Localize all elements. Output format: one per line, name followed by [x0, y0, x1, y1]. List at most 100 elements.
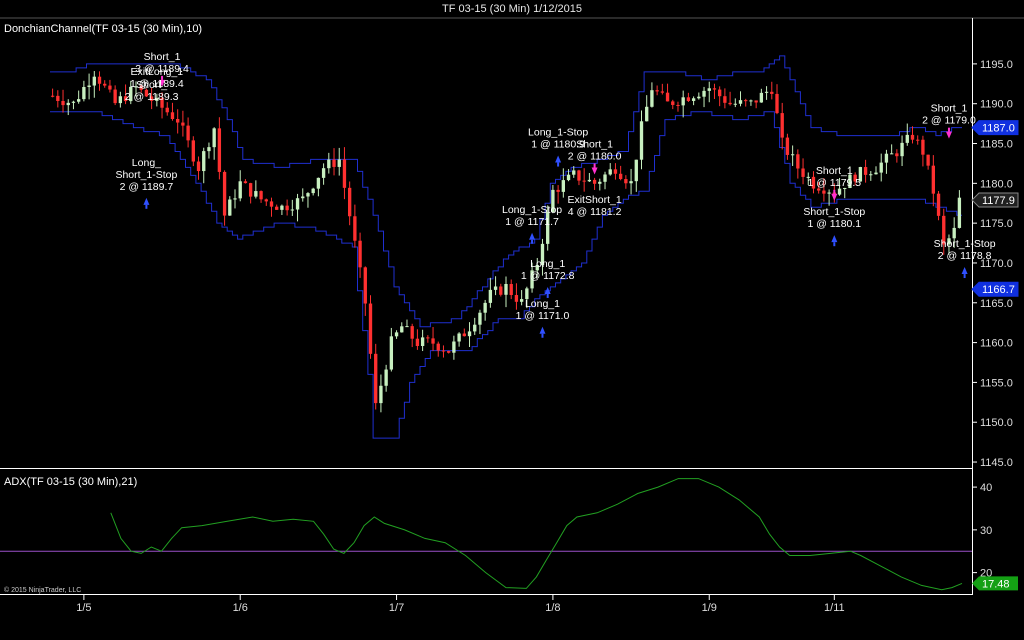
- candle-body: [905, 134, 909, 143]
- candle-body: [889, 153, 894, 155]
- candle-body: [473, 324, 477, 332]
- candle-body: [374, 353, 378, 404]
- candle-body: [108, 85, 112, 90]
- candle-body: [441, 350, 446, 352]
- candle-body: [259, 191, 263, 200]
- candle-body: [582, 180, 586, 182]
- candle-body: [676, 104, 680, 106]
- trade-annotation-text: ExitLong_1: [131, 66, 184, 78]
- candle-body: [118, 96, 123, 104]
- candle-body: [358, 240, 362, 268]
- trade-annotation-text: 2 @ 1189.7: [120, 181, 174, 193]
- candle-body: [342, 159, 347, 188]
- trade-annotation[interactable]: ExitShort_14 @ 1181.2: [567, 194, 621, 218]
- candle-body: [723, 96, 727, 103]
- candle-body: [916, 139, 920, 141]
- price-panel[interactable]: 1145.01150.01155.01160.01165.01170.01175…: [50, 51, 1019, 469]
- trade-annotation[interactable]: Short_11 @ 1179.5: [807, 165, 861, 201]
- adx-tick-label: 30: [980, 525, 992, 537]
- trade-annotation-text: 2 @ 1178.8: [938, 250, 992, 262]
- candle-body: [592, 179, 597, 184]
- candle-body: [613, 169, 618, 174]
- candle-body: [921, 139, 925, 155]
- trade-annotation[interactable]: Short_12 @ 1180.0: [568, 139, 622, 175]
- candle-body: [671, 101, 675, 105]
- candle-body: [822, 190, 826, 194]
- trade-annotation[interactable]: Short_1-Stop1 @ 1180.1: [803, 206, 865, 247]
- candle-body: [587, 179, 592, 182]
- candle-body: [207, 147, 211, 152]
- candle-body: [332, 159, 336, 167]
- candle-body: [572, 170, 576, 175]
- copyright-text: © 2015 NinjaTrader, LLC: [4, 586, 81, 594]
- candle-body: [248, 183, 253, 197]
- adx-panel[interactable]: 20304017.48: [0, 478, 1018, 591]
- candle-body: [103, 83, 107, 86]
- adx-series-line: [110, 478, 963, 591]
- price-tick-label: 1180.0: [980, 178, 1013, 190]
- candle-body: [212, 128, 216, 148]
- candle-body: [712, 88, 717, 90]
- candle-body: [301, 196, 305, 199]
- candle-body: [196, 161, 201, 172]
- candle-body: [707, 88, 711, 91]
- price-tick-label: 1175.0: [980, 218, 1013, 230]
- candle-body: [869, 174, 873, 176]
- candle-body: [66, 102, 70, 106]
- buy-arrow-icon: [555, 155, 562, 163]
- trade-annotation-text: Long_: [132, 157, 161, 169]
- price-tick-label: 1160.0: [980, 338, 1013, 350]
- price-tick-label: 1185.0: [980, 139, 1013, 151]
- time-tick-label: 1/8: [545, 602, 560, 614]
- trade-annotation-text: Short_1-Stop: [934, 238, 996, 250]
- candle-body: [493, 286, 498, 290]
- candle-body: [681, 97, 685, 106]
- candle-body: [420, 337, 425, 346]
- trade-annotation-text: Long_1: [530, 258, 565, 270]
- chart-canvas[interactable]: 1145.01150.01155.01160.01165.01170.01175…: [0, 0, 1024, 640]
- trade-annotation[interactable]: Long_11 @ 1172.8: [521, 258, 575, 298]
- trade-annotation[interactable]: Short_1-Stop2 @ 1178.8: [934, 238, 996, 279]
- last-price-tag: 1177.9: [971, 192, 1019, 208]
- candle-body: [879, 162, 883, 173]
- candle-body: [82, 87, 86, 100]
- trade-annotation[interactable]: Long_1-Stop1 @ 1171.7: [502, 204, 562, 244]
- candle-body: [910, 134, 915, 140]
- candle-body: [50, 95, 55, 97]
- candle-body: [92, 76, 96, 86]
- candle-body: [957, 197, 962, 228]
- candle-body: [228, 199, 232, 216]
- trade-annotation-text: Short_1-Stop: [803, 206, 865, 218]
- candle-body: [655, 90, 659, 92]
- candle-body: [686, 97, 691, 101]
- candle-body: [186, 125, 190, 141]
- candle-body: [462, 333, 466, 337]
- trade-annotation[interactable]: Short_12 @ 1179.0: [922, 103, 976, 139]
- candle-body: [718, 89, 722, 97]
- candle-body: [566, 174, 571, 181]
- trade-annotation-text: 1 @ 1179.5: [807, 177, 861, 189]
- candle-body: [608, 169, 612, 175]
- candle-body: [556, 189, 560, 192]
- time-tick-label: 1/5: [76, 602, 91, 614]
- candle-body: [624, 179, 628, 184]
- price-tag-text: 1187.0: [982, 123, 1015, 135]
- candle-body: [447, 351, 451, 353]
- trade-annotation-text: 1 @ 1172.8: [521, 270, 575, 282]
- candle-body: [863, 167, 868, 175]
- trade-annotation[interactable]: Long_11 @ 1171.0: [516, 298, 570, 338]
- donchian-lower-line: [50, 111, 962, 439]
- candle-body: [191, 140, 195, 162]
- candle-body: [499, 286, 503, 295]
- sell-arrow-icon: [591, 167, 598, 175]
- candle-body: [379, 385, 383, 404]
- candle-body: [327, 159, 331, 169]
- candle-body: [410, 326, 414, 339]
- candle-body: [618, 173, 623, 180]
- trade-annotation[interactable]: Long_Short_1-Stop2 @ 1189.7: [115, 157, 178, 209]
- candle-body: [733, 103, 737, 105]
- adx-value-tag: 17.48: [972, 576, 1018, 591]
- adx-tick-label: 40: [980, 482, 992, 494]
- candle-body: [780, 113, 784, 138]
- candle-body: [436, 343, 440, 351]
